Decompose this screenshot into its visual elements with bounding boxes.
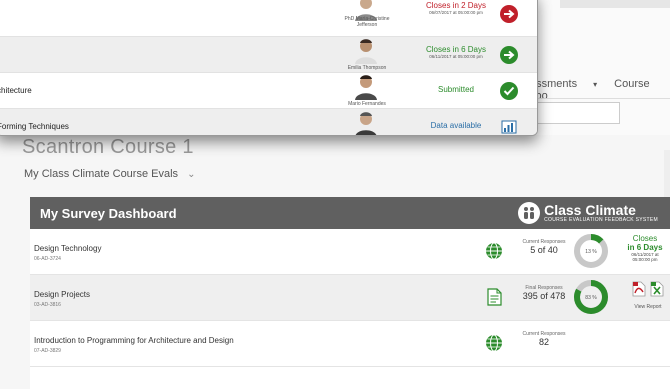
evaluation-course-name[interactable]: chitecture	[0, 86, 32, 95]
document-icon[interactable]	[485, 288, 503, 306]
evaluation-course-name[interactable]: Forming Techniques	[0, 122, 69, 131]
chart-report-icon[interactable]	[500, 118, 518, 135]
pdf-icon[interactable]	[632, 281, 646, 302]
course-code: 07-AD-3829	[34, 348, 61, 354]
status-time: 05:00:00 pm	[632, 257, 658, 262]
course-name[interactable]: Design Technology	[34, 244, 101, 253]
course-name[interactable]: Design Projects	[34, 290, 90, 299]
logo-name: Class Climate	[544, 202, 636, 218]
status-text: Closes in 6 Days	[425, 45, 487, 54]
status-line-1: Closes	[632, 234, 658, 243]
donut-percent: 13 %	[585, 249, 597, 255]
evaluation-status: Closes in 2 Days 06/07/2017 at 05:00:00 …	[415, 1, 497, 15]
chevron-down-icon: ⌄	[187, 169, 196, 180]
response-value: 395 of 478	[522, 291, 566, 301]
page: essments ▾ Course Too Scantron Course 1 M…	[0, 0, 670, 389]
globe-icon[interactable]	[485, 242, 503, 260]
response-value: 5 of 40	[530, 245, 558, 255]
course-evals-menu[interactable]: My Class Climate Course Evals ⌄	[24, 168, 196, 180]
instructor-name: PhD Maria-Christine Jefferson	[344, 16, 390, 28]
top-bar	[560, 0, 670, 8]
course-code: 06-AD-3724	[34, 256, 61, 262]
evaluation-status: Closes in 6 Days 06/11/2017 at 05:00:00 …	[415, 45, 497, 59]
evaluations-popup: PhD Maria-Christine Jefferson Closes in …	[0, 0, 538, 136]
status-text: Data available	[430, 121, 482, 130]
people-logo-icon	[518, 202, 541, 224]
logo-tagline: COURSE EVALUATION FEEDBACK SYSTEM	[544, 217, 658, 223]
survey-dashboard: My Survey Dashboard Class Climate COURSE…	[30, 197, 670, 389]
status-text: Submitted	[437, 85, 475, 94]
instructor-name: Mario Fernandes	[348, 101, 386, 107]
dashboard-title: My Survey Dashboard	[40, 205, 177, 221]
closing-status: Closes in 6 Days 06/11/2017 at 05:00:00 …	[622, 234, 668, 262]
status-text: Closes in 2 Days	[425, 1, 487, 10]
view-report-label[interactable]: View Report	[626, 304, 670, 310]
evaluation-row[interactable]: Forming Techniques Data available	[0, 109, 537, 135]
arrow-right-icon[interactable]	[500, 5, 518, 23]
avatar	[352, 74, 380, 100]
class-climate-logo: Class Climate COURSE EVALUATION FEEDBACK…	[518, 202, 658, 224]
response-rate-donut: 83 %	[573, 279, 609, 315]
view-report-link[interactable]: View Report	[626, 281, 670, 310]
survey-row[interactable]: Design Projects 03-AD-3816 Final Respons…	[30, 275, 670, 321]
survey-row[interactable]: Introduction to Programming for Architec…	[30, 321, 670, 367]
evaluation-row[interactable]: chitecture Mario Fernandes Submitted	[0, 73, 537, 109]
avatar	[352, 111, 380, 135]
search-input[interactable]	[530, 102, 620, 124]
evaluation-status: Data available	[415, 121, 497, 130]
evaluation-row[interactable]: Emilia Thompson Closes in 6 Days 06/11/2…	[0, 37, 537, 73]
nav-divider	[530, 98, 670, 99]
status-date: 06/11/2017 at 05:00:00 pm	[429, 54, 483, 59]
response-value: 82	[538, 337, 549, 347]
response-count: Current Responses 5 of 40	[512, 239, 576, 255]
excel-icon[interactable]	[650, 281, 664, 302]
response-rate-donut: 13 %	[573, 233, 609, 269]
check-icon[interactable]	[500, 82, 518, 100]
survey-row[interactable]: Design Technology 06-AD-3724 Current Res…	[30, 229, 670, 275]
avatar	[352, 38, 380, 64]
status-line-2: in 6 Days	[627, 243, 663, 252]
course-name[interactable]: Introduction to Programming for Architec…	[34, 336, 234, 345]
course-code: 03-AD-3816	[34, 302, 61, 308]
arrow-right-icon[interactable]	[500, 46, 518, 64]
evaluation-status: Submitted	[415, 85, 497, 94]
nav-assessments[interactable]: essments ▾	[530, 78, 597, 90]
globe-icon[interactable]	[485, 334, 503, 352]
donut-percent: 83 %	[585, 295, 597, 301]
status-date: 06/07/2017 at 05:00:00 pm	[429, 10, 483, 15]
instructor-name: Emilia Thompson	[347, 65, 387, 71]
course-title: Scantron Course 1	[22, 136, 194, 158]
course-evals-label: My Class Climate Course Evals	[24, 168, 179, 180]
evaluation-row[interactable]: PhD Maria-Christine Jefferson Closes in …	[0, 0, 537, 37]
response-count: Current Responses 82	[512, 331, 576, 347]
dashboard-header: My Survey Dashboard Class Climate COURSE…	[30, 197, 670, 229]
response-count: Final Responses 395 of 478	[512, 285, 576, 301]
